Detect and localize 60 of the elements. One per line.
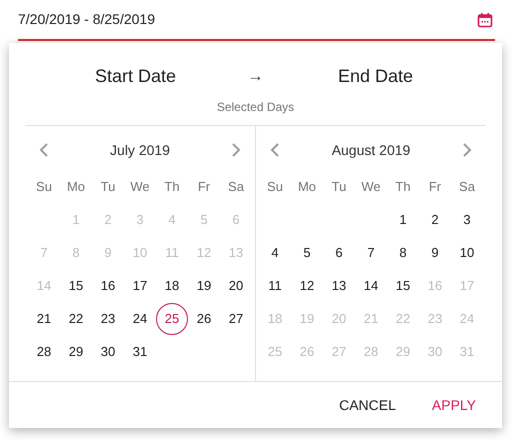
day-cell[interactable]: 9 (419, 236, 451, 268)
day-cell[interactable]: 15 (60, 270, 92, 302)
weekday-label: Fr (428, 178, 442, 196)
chevron-right-icon (230, 142, 242, 158)
day-cell[interactable]: 3 (451, 204, 483, 236)
day-cell[interactable]: 14 (355, 270, 387, 302)
weekday-label: Th (395, 178, 411, 196)
apply-button[interactable]: APPLY (420, 386, 488, 424)
end-date-label: End Date (336, 65, 414, 88)
weekday-label: Su (267, 178, 283, 196)
weekday-label: Su (36, 178, 52, 196)
day-cell[interactable]: 16 (92, 270, 124, 302)
weekday-label: Sa (228, 178, 244, 196)
day-cell[interactable]: 4 (259, 236, 291, 268)
day-cell[interactable]: 2 (419, 204, 451, 236)
day-cell[interactable]: 31 (124, 336, 156, 368)
cancel-button[interactable]: CANCEL (327, 386, 408, 424)
weekday-label: Sa (459, 178, 475, 196)
day-cell[interactable]: 7 (355, 236, 387, 268)
day-cell[interactable]: 22 (60, 302, 92, 334)
day-cell[interactable]: 21 (28, 302, 60, 334)
day-cell[interactable]: 20 (220, 270, 252, 302)
day-cell[interactable]: 11 (259, 270, 291, 302)
day-cell[interactable]: 30 (92, 336, 124, 368)
date-range-field[interactable]: 7/20/2019 - 8/25/2019 (18, 0, 495, 41)
weekday-label: Tu (100, 178, 116, 196)
day-cell[interactable]: 27 (220, 302, 252, 334)
day-cell[interactable]: 17 (124, 270, 156, 302)
chevron-right-icon (461, 142, 473, 158)
weekday-label: Th (164, 178, 180, 196)
chevron-left-icon (38, 142, 50, 158)
weekday-label: We (130, 178, 150, 196)
weekday-label: Mo (298, 178, 316, 196)
selected-days-caption: Selected Days (216, 99, 294, 116)
month-title: August 2019 (332, 140, 410, 160)
day-cell[interactable]: 23 (92, 302, 124, 334)
chevron-left-icon (269, 142, 281, 158)
day-cell[interactable]: 28 (28, 336, 60, 368)
start-date-label: Start Date (94, 65, 178, 88)
day-cell[interactable]: 29 (60, 336, 92, 368)
day-cell[interactable]: 5 (291, 236, 323, 268)
day-cell[interactable]: 24 (124, 302, 156, 334)
day-cell[interactable]: 8 (387, 236, 419, 268)
day-cell[interactable]: 12 (291, 270, 323, 302)
calendar-icon[interactable] (477, 12, 493, 28)
arrow-icon: → (236, 64, 276, 88)
day-cell[interactable]: 13 (323, 270, 355, 302)
month-title: July 2019 (110, 140, 170, 160)
weekday-label: Fr (198, 178, 210, 196)
day-cell[interactable]: 15 (387, 270, 419, 302)
day-cell[interactable]: 19 (188, 270, 220, 302)
day-cell[interactable]: 10 (451, 236, 483, 268)
weekday-label: Mo (66, 178, 86, 196)
day-cell[interactable]: 1 (387, 204, 419, 236)
day-cell[interactable]: 25 (156, 302, 188, 334)
day-cell[interactable]: 6 (323, 236, 355, 268)
day-cell[interactable]: 26 (188, 302, 220, 334)
day-cell[interactable]: 18 (156, 270, 188, 302)
weekday-label: We (361, 178, 381, 196)
weekday-label: Tu (332, 178, 346, 196)
